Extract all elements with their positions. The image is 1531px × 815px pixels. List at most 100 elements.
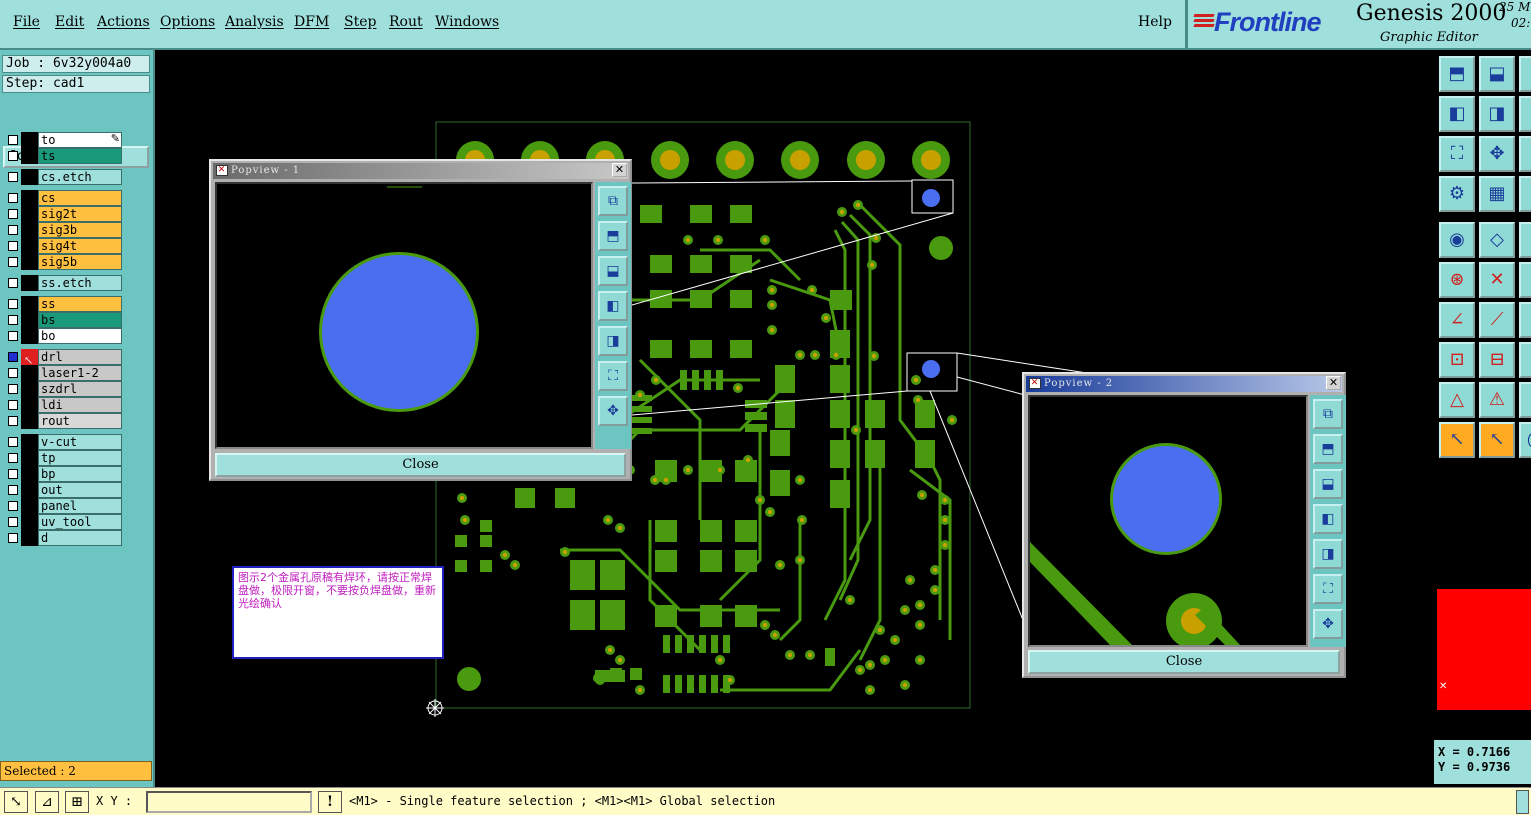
- zoom-tool-2-icon[interactable]: ⬓: [1479, 56, 1515, 92]
- layer-swatch[interactable]: [21, 397, 38, 413]
- layer-swatch[interactable]: [21, 450, 38, 466]
- layer-name[interactable]: bo: [38, 328, 122, 344]
- fit-icon[interactable]: ⛶: [598, 361, 628, 391]
- pan-right-icon[interactable]: ◨: [598, 326, 628, 356]
- layer-row-ldi[interactable]: ldi: [3, 397, 124, 413]
- layer-checkbox[interactable]: [8, 278, 18, 288]
- menu-dfm[interactable]: DFM: [294, 14, 329, 30]
- copy-icon[interactable]: ⧉: [1313, 399, 1343, 429]
- pan-left-icon[interactable]: ◧: [598, 291, 628, 321]
- layer-row-sig4t[interactable]: sig4t: [3, 238, 124, 254]
- layer-name[interactable]: laser1-2: [38, 365, 122, 381]
- layer-swatch[interactable]: [21, 312, 38, 328]
- layer-checkbox[interactable]: [8, 485, 18, 495]
- zoom-window-icon[interactable]: ⤡: [4, 791, 28, 813]
- layer-checkbox[interactable]: [8, 172, 18, 182]
- layer-name[interactable]: sig2t: [38, 206, 122, 222]
- layer-checkbox[interactable]: [8, 193, 18, 203]
- zoom-out-icon[interactable]: ⬓: [1313, 469, 1343, 499]
- pan-tool-1-icon[interactable]: ◧: [1439, 96, 1475, 132]
- select-box-tool-3-icon[interactable]: ▸: [1519, 342, 1531, 378]
- layer-name[interactable]: bs: [38, 312, 122, 328]
- pan-tool-3-icon[interactable]: ▸: [1519, 96, 1531, 132]
- popview-1-close-icon[interactable]: ✕: [612, 163, 627, 177]
- layer-name[interactable]: uv_tool: [38, 514, 122, 530]
- menu-file[interactable]: File: [13, 14, 40, 30]
- layer-swatch[interactable]: [21, 482, 38, 498]
- layer-checkbox[interactable]: [8, 315, 18, 325]
- layer-name[interactable]: rout: [38, 413, 122, 429]
- layer-swatch[interactable]: [21, 530, 38, 546]
- layer-name[interactable]: ss: [38, 296, 122, 312]
- pointer-tool-3-icon[interactable]: ◯: [1519, 422, 1531, 458]
- layer-swatch[interactable]: [21, 254, 38, 270]
- layer-row-sig3b[interactable]: sig3b: [3, 222, 124, 238]
- layer-checkbox[interactable]: [8, 368, 18, 378]
- layer-name[interactable]: cs: [38, 190, 122, 206]
- warning-icon[interactable]: !: [318, 791, 342, 813]
- window-menu-icon[interactable]: ✕: [1029, 378, 1041, 389]
- layer-name[interactable]: d: [38, 530, 122, 546]
- angle-tool-1-icon[interactable]: ∠: [1439, 302, 1475, 338]
- zoom-tool-1-icon[interactable]: ⬒: [1439, 56, 1475, 92]
- layer-name[interactable]: v-cut: [38, 434, 122, 450]
- layer-name[interactable]: panel: [38, 498, 122, 514]
- settings-tool-2-icon[interactable]: ▦: [1479, 176, 1515, 212]
- layer-swatch[interactable]: [21, 206, 38, 222]
- layer-swatch[interactable]: [21, 190, 38, 206]
- layer-row-cs[interactable]: cs: [3, 190, 124, 206]
- layer-name[interactable]: szdrl: [38, 381, 122, 397]
- layer-row-bp[interactable]: bp: [3, 466, 124, 482]
- menu-windows[interactable]: Windows: [435, 14, 499, 30]
- menu-help[interactable]: Help: [1138, 14, 1172, 30]
- menu-actions[interactable]: Actions: [97, 14, 150, 30]
- triangle-tool-3-icon[interactable]: ▸: [1519, 382, 1531, 418]
- fit-tool-3-icon[interactable]: ▸: [1519, 136, 1531, 172]
- layer-checkbox[interactable]: [8, 257, 18, 267]
- layer-row-szdrl[interactable]: szdrl: [3, 381, 124, 397]
- zoom-in-icon[interactable]: ⬒: [598, 221, 628, 251]
- layer-name[interactable]: cs.etch: [38, 169, 122, 185]
- move-icon[interactable]: ✥: [1313, 609, 1343, 639]
- layer-swatch[interactable]: [21, 381, 38, 397]
- layer-checkbox[interactable]: [8, 469, 18, 479]
- layer-row-sig5b[interactable]: sig5b: [3, 254, 124, 270]
- layer-checkbox[interactable]: [8, 453, 18, 463]
- status-scroll-handle[interactable]: [1516, 790, 1529, 814]
- layer-checkbox[interactable]: [8, 352, 18, 362]
- layer-name[interactable]: tp: [38, 450, 122, 466]
- popview-1-close-button[interactable]: Close: [215, 453, 626, 477]
- layer-swatch[interactable]: [21, 434, 38, 450]
- xy-input[interactable]: [146, 791, 312, 813]
- settings-tool-3-icon[interactable]: ▸: [1519, 176, 1531, 212]
- layer-swatch[interactable]: ↖: [21, 349, 38, 367]
- connect-tool-1-icon[interactable]: ⊛: [1439, 262, 1475, 298]
- pointer-tool-2-icon[interactable]: ↖: [1479, 422, 1515, 458]
- layer-row-ts[interactable]: ts: [3, 148, 124, 164]
- fit-tool-2-icon[interactable]: ✥: [1479, 136, 1515, 172]
- layer-row-tp[interactable]: tp: [3, 450, 124, 466]
- layer-row-sig2t[interactable]: sig2t: [3, 206, 124, 222]
- grid-snap-icon[interactable]: ⊞: [65, 791, 89, 813]
- layer-swatch[interactable]: [21, 132, 38, 148]
- layer-row-v-cut[interactable]: v-cut: [3, 434, 124, 450]
- move-icon[interactable]: ✥: [598, 396, 628, 426]
- layer-name[interactable]: sig4t: [38, 238, 122, 254]
- zoom-tool-3-icon[interactable]: ▸: [1519, 56, 1531, 92]
- zoom-in-icon[interactable]: ⬒: [1313, 434, 1343, 464]
- layer-row-out[interactable]: out: [3, 482, 124, 498]
- layer-name[interactable]: bp: [38, 466, 122, 482]
- layer-name[interactable]: drl: [38, 349, 122, 365]
- settings-tool-1-icon[interactable]: ⚙: [1439, 176, 1475, 212]
- layer-swatch[interactable]: [21, 498, 38, 514]
- layer-swatch[interactable]: [21, 466, 38, 482]
- layer-row-bs[interactable]: bs: [3, 312, 124, 328]
- triangle-tool-1-icon[interactable]: △: [1439, 382, 1475, 418]
- layer-name[interactable]: ts: [38, 148, 122, 164]
- layer-row-ss[interactable]: ss: [3, 296, 124, 312]
- layer-name[interactable]: sig3b: [38, 222, 122, 238]
- shape-tool-1-icon[interactable]: ◉: [1439, 222, 1475, 258]
- select-box-tool-2-icon[interactable]: ⊟: [1479, 342, 1515, 378]
- angle-tool-3-icon[interactable]: ▸: [1519, 302, 1531, 338]
- layer-checkbox[interactable]: [8, 299, 18, 309]
